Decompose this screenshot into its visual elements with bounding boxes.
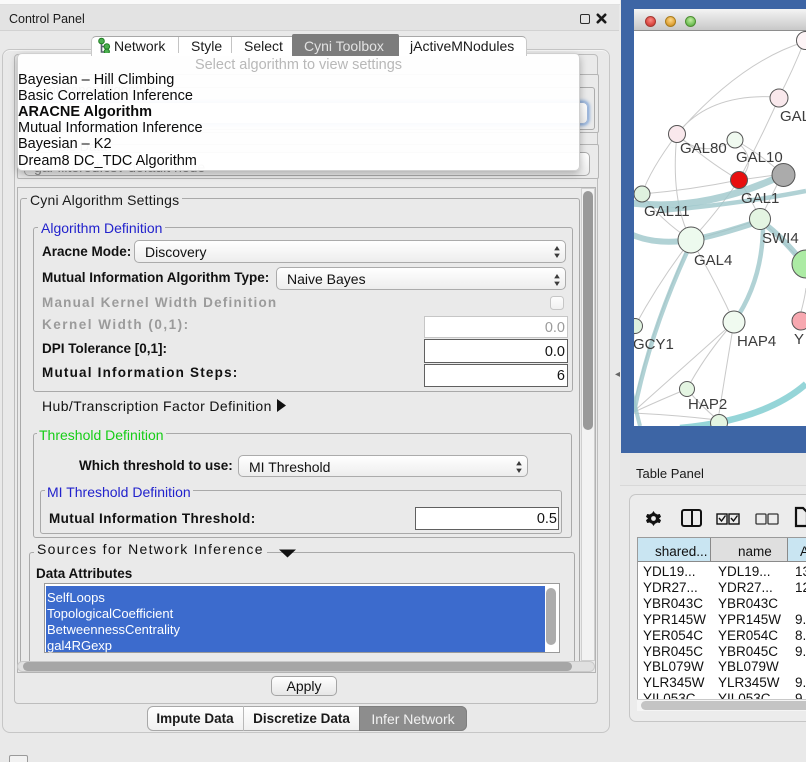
svg-text:GAL4: GAL4 bbox=[694, 252, 732, 269]
svg-text:GAL80: GAL80 bbox=[680, 140, 727, 157]
svg-text:GCY1: GCY1 bbox=[634, 336, 674, 353]
svg-text:GAL2: GAL2 bbox=[780, 108, 806, 125]
svg-text:SWI4: SWI4 bbox=[762, 230, 799, 247]
svg-text:HAP2: HAP2 bbox=[688, 396, 727, 413]
svg-text:HAP4: HAP4 bbox=[737, 333, 776, 350]
svg-text:GAL10: GAL10 bbox=[736, 149, 783, 166]
svg-text:Y: Y bbox=[794, 331, 804, 348]
svg-text:GAL1: GAL1 bbox=[741, 190, 779, 207]
svg-text:GAL11: GAL11 bbox=[644, 203, 690, 220]
